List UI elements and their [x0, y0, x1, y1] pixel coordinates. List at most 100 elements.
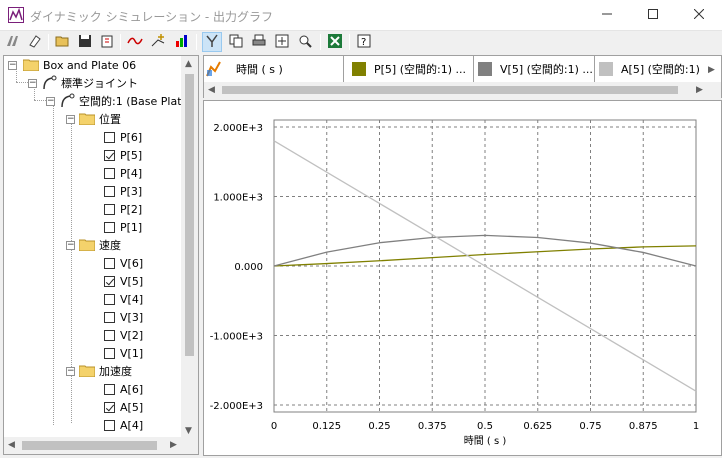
checkbox[interactable]	[104, 149, 115, 161]
x-tick-label: 0.125	[312, 421, 341, 432]
legend-horizontal-scrollbar[interactable]: ◀ ▶	[204, 82, 721, 98]
spatial-joint-icon	[61, 93, 75, 108]
scroll-down-icon[interactable]: ▼	[185, 426, 192, 436]
scroll-left-icon[interactable]: ◀	[208, 85, 215, 95]
checkbox[interactable]	[104, 185, 115, 197]
x-tick-label: 0.75	[579, 421, 601, 432]
eraser-icon	[27, 33, 43, 52]
tree-group-acceleration[interactable]: − 加速度	[66, 362, 132, 380]
tree-group-position[interactable]: − 位置	[66, 110, 121, 128]
color-chart-button[interactable]	[172, 32, 192, 52]
tree-item-a4[interactable]: A[4]	[104, 416, 143, 434]
legend-series-p5[interactable]: P[5] (空間的:1) ...	[348, 56, 474, 82]
legend-x-axis[interactable]: 時間 ( s )	[204, 56, 344, 82]
scroll-left-icon[interactable]: ◀	[8, 440, 15, 450]
collapse-icon[interactable]: −	[66, 240, 75, 250]
tree-item-v3[interactable]: V[3]	[104, 308, 143, 326]
checkbox[interactable]	[104, 275, 115, 287]
tree-item-v1[interactable]: V[1]	[104, 344, 143, 362]
print-button[interactable]	[249, 32, 269, 52]
checkbox[interactable]	[104, 419, 115, 431]
collapse-icon[interactable]: −	[28, 78, 37, 88]
y-tick-label: 2.000E+3	[213, 123, 263, 134]
zoom-button[interactable]	[295, 32, 315, 52]
maximize-button[interactable]	[630, 0, 676, 31]
close-button[interactable]	[676, 0, 722, 31]
tree-root-label: Box and Plate 06	[43, 58, 137, 72]
print-icon	[251, 33, 267, 52]
checkbox[interactable]	[104, 167, 115, 179]
tree-item-p5[interactable]: P[5]	[104, 146, 142, 164]
tree-subjoint[interactable]: − 空間的:1 (Base Plate	[46, 92, 188, 110]
close-icon	[693, 8, 705, 22]
chart-panel[interactable]: 0 0.125 0.25 0.375 0.5 0.625 0.75 0.875 1 2.000E+…	[203, 100, 722, 456]
curve-icon	[127, 33, 143, 52]
scroll-thumb[interactable]	[222, 86, 678, 94]
item-label: V[4]	[120, 292, 144, 306]
chart-type-icon	[206, 61, 222, 77]
tree-vertical-scrollbar[interactable]: ▲ ▼	[181, 56, 198, 439]
save-button[interactable]	[75, 32, 95, 52]
tree-item-v5[interactable]: V[5]	[104, 272, 143, 290]
item-label: P[4]	[120, 166, 143, 180]
zoom-fit-button[interactable]	[272, 32, 292, 52]
export-button[interactable]	[97, 32, 117, 52]
checkbox[interactable]	[104, 203, 115, 215]
collapse-icon[interactable]: −	[8, 60, 17, 70]
excel-button[interactable]	[325, 32, 345, 52]
tree-subjoint-label: 空間的:1 (Base Plate	[79, 95, 189, 108]
legend-series-a5[interactable]: A[5] (空間的:1)	[595, 56, 703, 82]
tree-item-v2[interactable]: V[2]	[104, 326, 143, 344]
line-chart[interactable]: 0 0.125 0.25 0.375 0.5 0.625 0.75 0.875 1 2.000E+…	[204, 101, 721, 455]
open-button[interactable]	[53, 32, 73, 52]
eraser-button[interactable]	[25, 32, 45, 52]
tree-item-v6[interactable]: V[6]	[104, 254, 143, 272]
checkbox[interactable]	[104, 311, 115, 323]
scroll-thumb[interactable]	[22, 441, 157, 450]
zoom-icon	[297, 33, 313, 52]
checkbox[interactable]	[104, 401, 115, 413]
tree-item-v4[interactable]: V[4]	[104, 290, 143, 308]
tree-horizontal-scrollbar[interactable]: ◀ ▶	[4, 437, 198, 454]
help-button[interactable]: ?	[354, 32, 374, 52]
folder-icon	[79, 239, 95, 251]
tree-group-velocity[interactable]: − 速度	[66, 236, 121, 254]
pointer-button[interactable]	[202, 32, 222, 52]
clear-button[interactable]	[3, 32, 23, 52]
add-point-button[interactable]	[148, 32, 168, 52]
item-label: A[5]	[120, 400, 144, 414]
checkbox[interactable]	[104, 383, 115, 395]
checkbox[interactable]	[104, 293, 115, 305]
curve-button[interactable]	[125, 32, 145, 52]
joint-icon	[43, 75, 57, 90]
tree-item-p1[interactable]: P[1]	[104, 218, 142, 236]
scroll-right-icon[interactable]: ▶	[170, 440, 177, 450]
scroll-up-icon[interactable]: ▲	[185, 59, 192, 69]
collapse-icon[interactable]: −	[46, 96, 55, 106]
folder-icon	[79, 365, 95, 377]
series-label: A[5] (空間的:1)	[621, 63, 700, 76]
scroll-right-icon[interactable]: ▶	[696, 85, 703, 95]
checkbox[interactable]	[104, 131, 115, 143]
tree-item-a5[interactable]: A[5]	[104, 398, 143, 416]
tree-item-p2[interactable]: P[2]	[104, 200, 142, 218]
checkbox[interactable]	[104, 257, 115, 269]
minimize-button[interactable]	[584, 0, 630, 31]
collapse-icon[interactable]: −	[66, 114, 75, 124]
tree-item-p6[interactable]: P[6]	[104, 128, 142, 146]
collapse-icon[interactable]: −	[66, 366, 75, 376]
checkbox[interactable]	[104, 347, 115, 359]
checkbox[interactable]	[104, 221, 115, 233]
legend-scroll-right-icon[interactable]: ▶	[708, 65, 715, 75]
legend-series-v5[interactable]: V[5] (空間的:1) ...	[474, 56, 595, 82]
group-label: 速度	[99, 239, 121, 252]
tree-item-p3[interactable]: P[3]	[104, 182, 142, 200]
copy-button[interactable]	[226, 32, 246, 52]
tree-item-p4[interactable]: P[4]	[104, 164, 142, 182]
tree-root[interactable]: − Box and Plate 06	[8, 56, 136, 74]
scroll-thumb[interactable]	[185, 74, 194, 356]
checkbox[interactable]	[104, 329, 115, 341]
y-tick-label: 0.000	[234, 262, 263, 273]
tree-joint[interactable]: − 標準ジョイント	[28, 74, 138, 92]
tree-item-a6[interactable]: A[6]	[104, 380, 143, 398]
